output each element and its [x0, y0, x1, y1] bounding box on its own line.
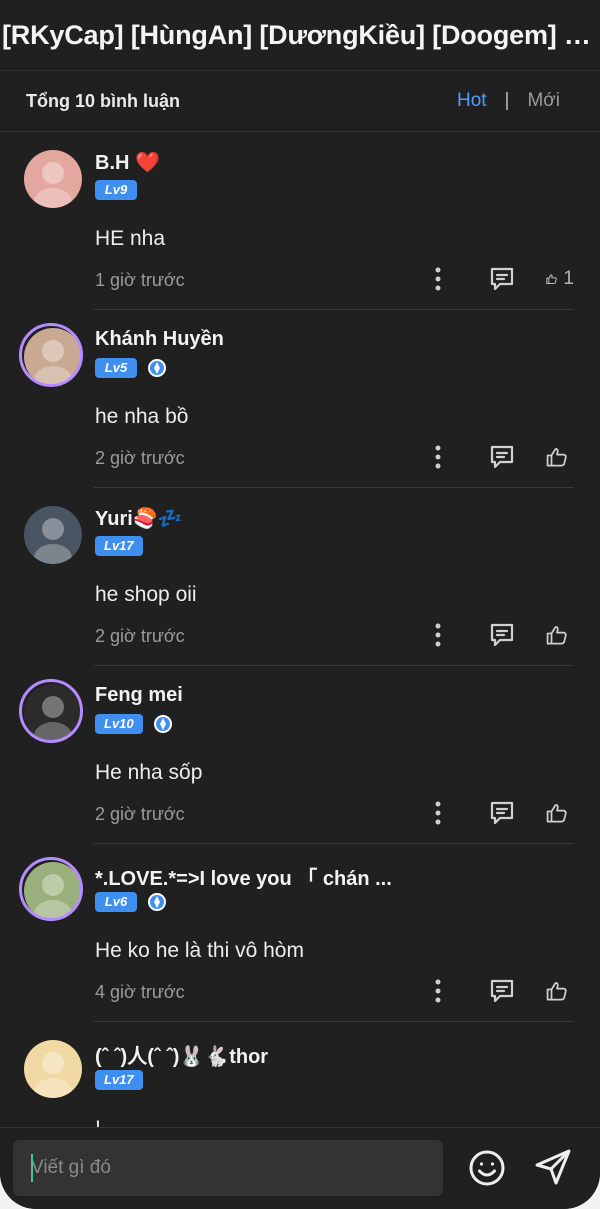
user-badges: Lv17 — [95, 536, 143, 556]
title-bar: [RKyCap] [HùngAn] [DươngKiều] [Doogem] M… — [0, 0, 600, 71]
comment-reply-icon[interactable] — [488, 800, 516, 826]
user-badges: Lv6 — [95, 892, 167, 912]
avatar[interactable] — [24, 506, 82, 564]
username[interactable]: Yuri🍣💤 — [95, 506, 183, 531]
level-badge: Lv10 — [95, 714, 143, 734]
avatar[interactable] — [24, 150, 82, 208]
verified-badge-icon — [148, 359, 166, 377]
emoji-icon[interactable] — [468, 1149, 506, 1187]
like-button[interactable] — [546, 978, 574, 1004]
thumbs-up-icon — [546, 274, 557, 284]
avatar[interactable] — [24, 1040, 82, 1098]
comment-input[interactable] — [13, 1140, 443, 1196]
comment-composer — [0, 1127, 600, 1209]
comments-header: Tổng 10 bình luận Hot | Mới — [0, 71, 600, 132]
user-badges: Lv5 — [95, 358, 167, 378]
comment-actions — [432, 618, 574, 652]
like-count: 1 — [563, 268, 574, 289]
comment-item: *.LOVE.*=>I love you 「 chán ... Lv6 He k… — [0, 844, 600, 1022]
level-badge: Lv6 — [95, 892, 137, 912]
user-badges: Lv10 — [95, 714, 173, 734]
comment-list: B.H ❤️ Lv9 HE nha 1 giờ trước 1 Khánh Hu… — [0, 132, 600, 1128]
comment-text: HE nha — [95, 227, 166, 250]
avatar-image — [24, 506, 82, 564]
comment-text: he nha bồ — [95, 405, 189, 428]
avatar[interactable] — [19, 857, 83, 921]
comment-item: Yuri🍣💤 Lv17 he shop oii 2 giờ trước — [0, 488, 600, 666]
username[interactable]: Feng mei — [95, 684, 183, 707]
comment-input-box[interactable] — [13, 1140, 443, 1196]
username[interactable]: (ˆ ˆ)人(ˆ ˆ)🐰🐇thor — [95, 1040, 268, 1069]
comment-time: 2 giờ trước — [95, 626, 185, 646]
thumbs-up-icon — [546, 982, 567, 1001]
avatar[interactable] — [19, 323, 83, 387]
page-title: [RKyCap] [HùngAn] [DươngKiều] [Doogem] M… — [2, 20, 598, 50]
comment-actions: 1 — [432, 262, 574, 296]
avatar-image — [24, 150, 82, 208]
level-badge: Lv17 — [95, 536, 143, 556]
comment-text: He ko he là thi vô hòm — [95, 939, 304, 962]
app-frame: [RKyCap] [HùngAn] [DươngKiều] [Doogem] M… — [0, 0, 600, 1209]
comment-item: Feng mei Lv10 He nha sốp 2 giờ trước — [0, 666, 600, 844]
more-vertical-icon[interactable] — [432, 979, 444, 1003]
comment-reply-icon[interactable] — [488, 266, 516, 292]
like-button[interactable] — [546, 622, 574, 648]
comment-reply-icon[interactable] — [488, 444, 516, 470]
level-badge: Lv9 — [95, 180, 137, 200]
like-button[interactable] — [546, 444, 574, 470]
avatar-frame — [19, 679, 83, 743]
comment-time: 1 giờ trước — [95, 270, 185, 290]
avatar-image — [24, 1040, 82, 1098]
sort-new-tab[interactable]: Mới — [527, 90, 560, 112]
comment-reply-icon[interactable] — [488, 978, 516, 1004]
user-badges: Lv17 — [95, 1070, 143, 1090]
thumbs-up-icon — [546, 626, 567, 645]
like-button[interactable]: 1 — [546, 266, 574, 292]
username[interactable]: Khánh Huyền — [95, 328, 224, 351]
send-icon[interactable] — [534, 1148, 572, 1186]
comment-item: Khánh Huyền Lv5 he nha bồ 2 giờ trước — [0, 310, 600, 488]
avatar[interactable] — [19, 679, 83, 743]
sort-separator: | — [504, 90, 510, 111]
comment-time: 2 giờ trước — [95, 448, 185, 468]
comment-actions — [432, 974, 574, 1008]
comment-count: Tổng 10 bình luận — [26, 91, 180, 111]
more-vertical-icon[interactable] — [432, 445, 444, 469]
sort-tabs: Hot | Mới — [457, 90, 560, 112]
thumbs-up-icon — [546, 804, 567, 823]
user-badges: Lv9 — [95, 180, 137, 200]
comment-text: he shop oii — [95, 583, 197, 606]
more-vertical-icon[interactable] — [432, 267, 444, 291]
verified-badge-icon — [153, 715, 172, 733]
more-vertical-icon[interactable] — [432, 801, 444, 825]
comment-time: 2 giờ trước — [95, 804, 185, 824]
text-cursor — [31, 1154, 33, 1182]
level-badge: Lv5 — [95, 358, 137, 378]
username[interactable]: B.H ❤️ — [95, 150, 160, 175]
sort-hot-tab[interactable]: Hot — [457, 90, 487, 112]
comment-reply-icon[interactable] — [488, 622, 516, 648]
level-badge: Lv17 — [95, 1070, 143, 1090]
verified-badge-icon — [148, 893, 166, 911]
avatar-frame — [19, 857, 83, 921]
avatar-frame — [19, 323, 83, 387]
comment-actions — [432, 796, 574, 830]
comment-time: 4 giờ trước — [95, 982, 185, 1002]
thumbs-up-icon — [546, 448, 567, 467]
more-vertical-icon[interactable] — [432, 623, 444, 647]
like-button[interactable] — [546, 800, 574, 826]
username[interactable]: *.LOVE.*=>I love you 「 chán ... — [95, 862, 392, 891]
comment-actions — [432, 440, 574, 474]
comment-item: (ˆ ˆ)人(ˆ ˆ)🐰🐇thor Lv17 ! — [0, 1022, 600, 1128]
comment-text: He nha sốp — [95, 761, 203, 784]
comment-item: B.H ❤️ Lv9 HE nha 1 giờ trước 1 — [0, 132, 600, 310]
